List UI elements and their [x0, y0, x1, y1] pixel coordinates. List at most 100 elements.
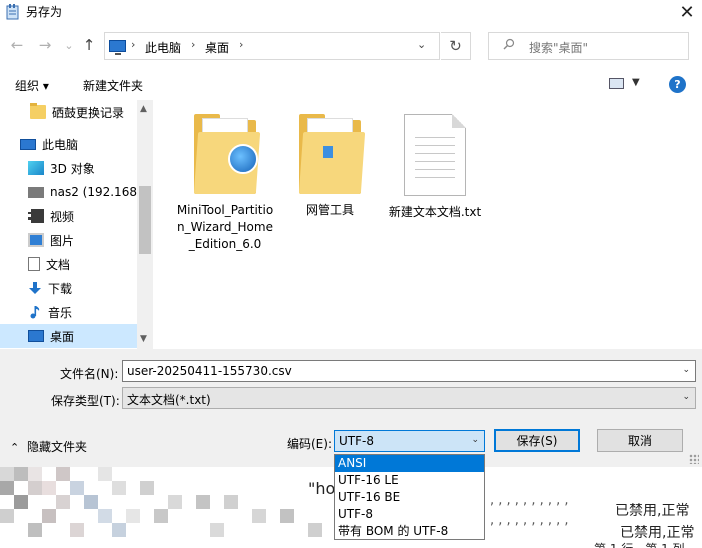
app-badge-icon [323, 146, 333, 158]
background-text: 已禁用,正常 [615, 503, 690, 519]
sidebar-item-desktop[interactable]: 桌面 [0, 324, 138, 348]
breadcrumb-separator: › [191, 38, 196, 51]
sidebar-item-label: nas2 (192.168.1 [50, 185, 138, 199]
pictures-icon [28, 233, 44, 247]
forward-button[interactable]: → [36, 36, 54, 54]
filetype-value: 文本文档(*.txt) [127, 393, 211, 407]
file-list: MiniTool_Partition_Wizard_Home_Edition_6… [153, 100, 702, 349]
scroll-up-arrow[interactable]: ▲ [140, 104, 147, 114]
save-form: 文件名(N): user-20250411-155730.csv ⌄ 保存类型(… [0, 349, 702, 467]
background-text: , , , , , , , , , , [490, 493, 569, 508]
breadcrumb-separator: › [131, 38, 136, 51]
sidebar-item-label: 文档 [46, 257, 71, 272]
chevron-down-icon[interactable]: ⌄ [682, 365, 690, 375]
sidebar-item-3d-objects[interactable]: 3D 对象 [0, 156, 138, 180]
setup-badge-icon [228, 144, 258, 174]
sidebar-item-folder[interactable]: 硒鼓更换记录 [0, 100, 138, 124]
breadcrumb-separator: › [239, 38, 244, 51]
breadcrumb-item-desktop[interactable]: 桌面 [205, 39, 229, 56]
sidebar-item-label: 此电脑 [42, 137, 79, 152]
encoding-option-utf8-bom[interactable]: 带有 BOM 的 UTF-8 [335, 523, 484, 540]
sidebar-item-label: 视频 [50, 209, 75, 224]
encoding-label: 编码(E): [287, 437, 332, 451]
pc-icon [20, 138, 36, 150]
music-icon [28, 305, 42, 319]
organize-menu[interactable]: 组织 ▾ [15, 77, 49, 94]
refresh-button[interactable]: ↻ [441, 32, 471, 60]
sidebar-scrollbar[interactable]: ▲ ▼ [137, 100, 153, 349]
window-title: 另存为 [26, 5, 63, 19]
up-button[interactable]: ↑ [80, 36, 98, 54]
sidebar-item-downloads[interactable]: 下载 [0, 276, 138, 300]
encoding-option-utf8[interactable]: UTF-8 [335, 506, 484, 523]
search-box[interactable]: 搜索"桌面" [488, 32, 689, 60]
title-bar: 另存为 ✕ [0, 0, 702, 24]
recent-locations-button[interactable]: ⌄ [60, 36, 78, 54]
pc-icon [109, 40, 126, 55]
search-icon [503, 38, 515, 54]
encoding-value: UTF-8 [339, 434, 374, 448]
sidebar-item-pictures[interactable]: 图片 [0, 228, 138, 252]
filename-input[interactable]: user-20250411-155730.csv ⌄ [122, 360, 696, 382]
breadcrumb-item-this-pc[interactable]: 此电脑 [145, 39, 181, 56]
save-button[interactable]: 保存(S) [494, 429, 580, 452]
encoding-select[interactable]: UTF-8 ⌄ [334, 430, 485, 452]
navigation-pane: 硒鼓更换记录 此电脑 3D 对象 nas2 (192.168.1 视频 图片 文… [0, 100, 153, 349]
folder-icon [298, 114, 366, 194]
view-dropdown[interactable]: ▼ [632, 77, 640, 88]
3d-objects-icon [28, 161, 44, 175]
hide-folders-toggle[interactable]: ⌃ 隐藏文件夹 [10, 438, 87, 455]
file-item-folder[interactable]: MiniTool_Partition_Wizard_Home_Edition_6… [175, 114, 275, 253]
documents-icon [28, 257, 40, 271]
filename-value: user-20250411-155730.csv [127, 364, 292, 378]
help-icon[interactable]: ? [669, 76, 686, 93]
network-drive-icon [28, 186, 44, 198]
sidebar-item-documents[interactable]: 文档 [0, 252, 138, 276]
back-button[interactable]: ← [8, 36, 26, 54]
sidebar-item-music[interactable]: 音乐 [0, 300, 138, 324]
video-icon [28, 209, 44, 223]
cancel-button[interactable]: 取消 [597, 429, 683, 452]
close-button[interactable]: ✕ [672, 0, 702, 24]
text-file-icon [404, 114, 466, 196]
filetype-select[interactable]: 文本文档(*.txt) ⌄ [122, 387, 696, 409]
sidebar-item-this-pc[interactable]: 此电脑 [0, 132, 138, 156]
file-item-folder[interactable]: 网管工具 [280, 114, 380, 219]
scroll-down-arrow[interactable]: ▼ [140, 334, 147, 344]
encoding-option-utf16be[interactable]: UTF-16 BE [335, 489, 484, 506]
encoding-dropdown-list: ANSI UTF-16 LE UTF-16 BE UTF-8 带有 BOM 的 … [334, 454, 485, 540]
background-text: 已禁用,正常 [620, 525, 695, 541]
sidebar-item-videos[interactable]: 视频 [0, 204, 138, 228]
notepad-icon [6, 4, 20, 20]
background-text: "ho [308, 479, 336, 498]
background-text: , , , , , , , , , , [490, 513, 569, 528]
navigation-bar: ← → ⌄ ↑ › 此电脑 › 桌面 › ⌄ ↻ 搜索"桌面" [0, 28, 702, 64]
status-text: 第 1 行，第 1 列 [594, 540, 685, 548]
sidebar-item-label: 图片 [50, 233, 75, 248]
chevron-down-icon: ⌄ [471, 435, 479, 445]
address-history-dropdown[interactable]: ⌄ [417, 38, 426, 51]
new-folder-button[interactable]: 新建文件夹 [83, 77, 143, 94]
sidebar-item-nas[interactable]: nas2 (192.168.1 [0, 180, 138, 204]
sidebar-item-label: 音乐 [48, 305, 73, 320]
encoding-option-utf16le[interactable]: UTF-16 LE [335, 472, 484, 489]
encoding-option-ansi[interactable]: ANSI [335, 455, 484, 472]
folder-icon [30, 103, 46, 119]
sidebar-item-label: 桌面 [50, 329, 75, 344]
resize-grip[interactable] [689, 454, 699, 464]
chevron-up-icon: ⌃ [10, 441, 20, 454]
scrollbar-thumb[interactable] [139, 186, 151, 254]
file-name: 新建文本文档.txt [388, 205, 482, 219]
desktop-icon [28, 330, 44, 342]
download-icon [28, 281, 42, 295]
toolbar: 组织 ▾ 新建文件夹 ▼ ? [0, 68, 702, 100]
address-bar[interactable]: › 此电脑 › 桌面 › ⌄ [104, 32, 440, 60]
sidebar-item-label: 硒鼓更换记录 [52, 105, 125, 120]
sidebar-item-label: 3D 对象 [50, 161, 95, 176]
filetype-label: 保存类型(T): [51, 394, 120, 408]
view-icon[interactable] [609, 78, 624, 89]
file-name: MiniTool_Partition_Wizard_Home_Edition_6… [176, 203, 274, 251]
file-name: 网管工具 [305, 203, 354, 217]
filename-label: 文件名(N): [60, 367, 119, 381]
file-item-text[interactable]: 新建文本文档.txt [385, 114, 485, 221]
